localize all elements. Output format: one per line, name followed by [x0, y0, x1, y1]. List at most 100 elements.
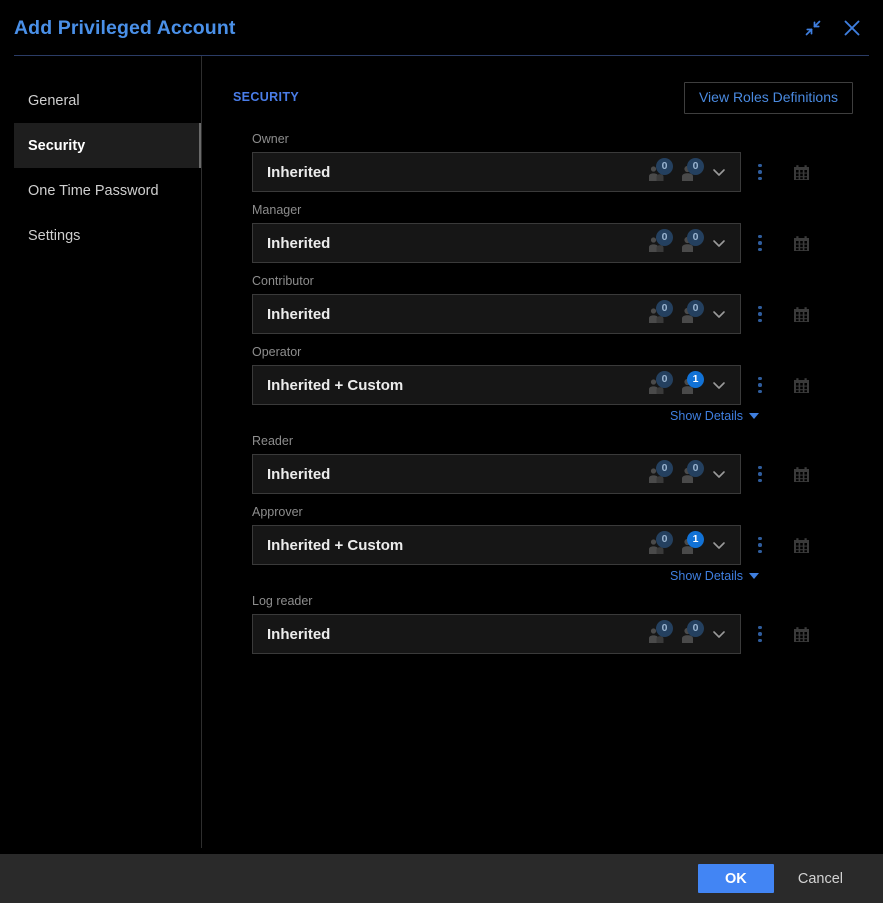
- user-group-icon[interactable]: 0: [646, 160, 670, 184]
- cancel-button[interactable]: Cancel: [784, 865, 857, 893]
- calendar-icon[interactable]: [780, 152, 822, 192]
- role-value-select[interactable]: Inherited 00: [252, 454, 741, 494]
- sidebar-item-label: One Time Password: [28, 183, 159, 199]
- chevron-down-icon[interactable]: [708, 623, 730, 645]
- chevron-down-icon[interactable]: [708, 232, 730, 254]
- sidebar-item-settings[interactable]: Settings: [14, 213, 202, 258]
- chevron-down-icon[interactable]: [708, 374, 730, 396]
- user-count-badge: 0: [687, 158, 704, 175]
- user-icon[interactable]: 0: [677, 302, 701, 326]
- ok-button[interactable]: OK: [698, 864, 774, 893]
- show-details-label: Show Details: [670, 409, 743, 423]
- role-value-select[interactable]: Inherited + Custom01: [252, 525, 741, 565]
- group-count-badge: 0: [656, 158, 673, 175]
- section-title: SECURITY: [233, 82, 299, 104]
- show-details-wrap: Show Details: [252, 565, 760, 583]
- chevron-down-icon[interactable]: [708, 161, 730, 183]
- user-group-icon[interactable]: 0: [646, 302, 670, 326]
- role-controls: Inherited + Custom01: [252, 525, 853, 565]
- roles-list: OwnerInherited00ManagerInherited00Contri…: [233, 124, 853, 654]
- role-row: OwnerInherited00: [252, 132, 853, 192]
- group-count-badge: 0: [656, 531, 673, 548]
- user-icon[interactable]: 1: [677, 373, 701, 397]
- sidebar-item-general[interactable]: General: [14, 78, 202, 123]
- show-details-wrap: Show Details: [252, 405, 760, 423]
- dialog-header: Add Privileged Account: [0, 0, 883, 56]
- role-label: Approver: [252, 505, 853, 520]
- group-count-badge: 0: [656, 620, 673, 637]
- role-value-text: Inherited: [267, 466, 646, 483]
- dialog-title: Add Privileged Account: [14, 17, 235, 40]
- calendar-icon[interactable]: [780, 614, 822, 654]
- role-value-text: Inherited: [267, 626, 646, 643]
- dialog-body: General Security One Time Password Setti…: [0, 56, 883, 854]
- user-icon[interactable]: 0: [677, 462, 701, 486]
- show-details-toggle[interactable]: Show Details: [670, 569, 760, 583]
- user-group-icon[interactable]: 0: [646, 533, 670, 557]
- role-row: ReaderInherited00: [252, 434, 853, 494]
- role-row: ContributorInherited00: [252, 274, 853, 334]
- role-value-select[interactable]: Inherited + Custom01: [252, 365, 741, 405]
- calendar-icon[interactable]: [780, 525, 822, 565]
- role-value-select[interactable]: Inherited00: [252, 614, 741, 654]
- role-row: Manager Inherited00: [252, 203, 853, 263]
- user-group-icon[interactable]: 0: [646, 231, 670, 255]
- user-group-icon[interactable]: 0: [646, 622, 670, 646]
- role-value-text: Inherited + Custom: [267, 537, 646, 554]
- show-details-label: Show Details: [670, 569, 743, 583]
- more-vertical-icon[interactable]: [745, 614, 775, 654]
- sidebar: General Security One Time Password Setti…: [0, 56, 202, 854]
- more-vertical-icon[interactable]: [745, 365, 775, 405]
- window-controls: [800, 15, 865, 41]
- security-panel: SECURITY View Roles Definitions OwnerInh…: [202, 56, 883, 854]
- role-row: Log readerInherited00: [252, 594, 853, 654]
- triangle-down-icon: [749, 413, 759, 419]
- section-header: SECURITY View Roles Definitions: [233, 82, 853, 124]
- role-value-select[interactable]: Inherited00: [252, 294, 741, 334]
- calendar-icon[interactable]: [780, 454, 822, 494]
- sidebar-item-label: Security: [28, 138, 85, 154]
- view-roles-definitions-button[interactable]: View Roles Definitions: [684, 82, 853, 114]
- role-controls: Inherited00: [252, 223, 853, 263]
- sidebar-item-one-time-password[interactable]: One Time Password: [14, 168, 202, 213]
- user-icon[interactable]: 0: [677, 160, 701, 184]
- group-count-badge: 0: [656, 300, 673, 317]
- user-group-icon[interactable]: 0: [646, 462, 670, 486]
- user-count-badge: 1: [687, 531, 704, 548]
- chevron-down-icon[interactable]: [708, 303, 730, 325]
- role-label: Manager: [252, 203, 853, 218]
- show-details-toggle[interactable]: Show Details: [670, 409, 760, 423]
- collapse-arrows-icon[interactable]: [800, 15, 826, 41]
- sidebar-item-security[interactable]: Security: [14, 123, 202, 168]
- more-vertical-icon[interactable]: [745, 454, 775, 494]
- role-badges: 00: [646, 231, 701, 255]
- chevron-down-icon[interactable]: [708, 463, 730, 485]
- role-badges: 00: [646, 302, 701, 326]
- group-count-badge: 0: [656, 460, 673, 477]
- user-count-badge: 1: [687, 371, 704, 388]
- role-label: Operator: [252, 345, 853, 360]
- calendar-icon[interactable]: [780, 223, 822, 263]
- user-icon[interactable]: 0: [677, 622, 701, 646]
- calendar-icon[interactable]: [780, 365, 822, 405]
- chevron-down-icon[interactable]: [708, 534, 730, 556]
- user-icon[interactable]: 0: [677, 231, 701, 255]
- dialog-footer: OK Cancel: [0, 854, 883, 903]
- more-vertical-icon[interactable]: [745, 152, 775, 192]
- user-icon[interactable]: 1: [677, 533, 701, 557]
- role-value-select[interactable]: Inherited00: [252, 152, 741, 192]
- calendar-icon[interactable]: [780, 294, 822, 334]
- role-controls: Inherited00: [252, 152, 853, 192]
- role-row: Operator Inherited + Custom01 Show Details: [252, 345, 853, 423]
- add-privileged-account-dialog: Add Privileged Account: [0, 0, 883, 903]
- close-icon[interactable]: [839, 15, 865, 41]
- role-badges: 01: [646, 533, 701, 557]
- sidebar-item-label: General: [28, 93, 80, 109]
- more-vertical-icon[interactable]: [745, 294, 775, 334]
- role-value-select[interactable]: Inherited00: [252, 223, 741, 263]
- role-badges: 00: [646, 622, 701, 646]
- user-count-badge: 0: [687, 229, 704, 246]
- user-group-icon[interactable]: 0: [646, 373, 670, 397]
- more-vertical-icon[interactable]: [745, 223, 775, 263]
- more-vertical-icon[interactable]: [745, 525, 775, 565]
